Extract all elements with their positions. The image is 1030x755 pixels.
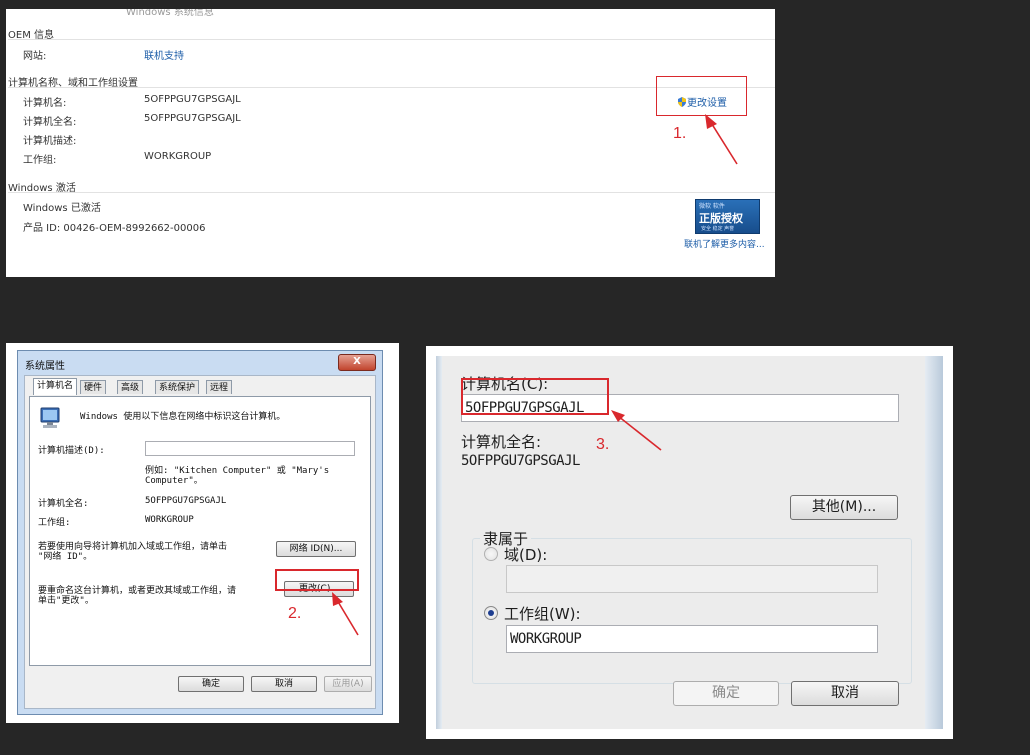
computer-name-tabpage: Windows 使用以下信息在网络中标识这台计算机。 计算机描述(D): 例如:… xyxy=(29,396,371,666)
tab-remote[interactable]: 远程 xyxy=(206,380,233,394)
domain-radio[interactable] xyxy=(484,547,498,561)
full-name-label: 计算机全名: xyxy=(38,499,89,509)
computer-name-value: 5OFPPGU7GPSGAJL xyxy=(144,94,241,105)
product-id: 产品 ID: 00426-OEM-8992662-00006 xyxy=(23,223,206,234)
computer-icon xyxy=(40,407,60,428)
close-button[interactable]: X xyxy=(338,354,376,371)
tab-system-protection[interactable]: 系统保护 xyxy=(155,380,200,394)
change-settings-link[interactable]: 更改设置 xyxy=(677,94,727,109)
divider xyxy=(8,192,775,193)
more-info-link[interactable]: 联机了解更多内容... xyxy=(684,237,765,250)
workgroup-label: 工作组: xyxy=(38,518,71,528)
apply-button[interactable]: 应用(A) xyxy=(324,676,372,692)
description-label: 计算机描述: xyxy=(23,136,77,147)
workgroup-value: WORKGROUP xyxy=(144,151,212,162)
dialog-body: 计算机名 硬件 高级 系统保护 远程 Windows 使用以下信息在网络中标识这… xyxy=(24,375,376,709)
system-info-panel: Windows 系统信息 OEM 信息 网站: 联机支持 计算机名称、域和工作组… xyxy=(6,9,775,277)
network-id-text-line2: "网络 ID"。 xyxy=(38,552,93,562)
system-properties-dialog: 系统属性 X 计算机名 硬件 高级 系统保护 远程 Windows 使用以下信息… xyxy=(17,350,383,715)
uac-shield-icon xyxy=(678,97,686,107)
ok-button[interactable]: 确定 xyxy=(673,681,779,706)
description-label: 计算机描述(D): xyxy=(38,446,105,456)
top-cut-text: Windows 系统信息 xyxy=(126,9,214,18)
change-settings-text: 更改设置 xyxy=(687,98,727,109)
workgroup-label: 工作组(W): xyxy=(504,605,581,623)
system-properties-panel: 系统属性 X 计算机名 硬件 高级 系统保护 远程 Windows 使用以下信息… xyxy=(6,343,399,723)
computer-name-label: 计算机名: xyxy=(23,98,67,109)
intro-text: Windows 使用以下信息在网络中标识这台计算机。 xyxy=(80,412,286,422)
example-text-line2: Computer"。 xyxy=(145,476,203,486)
window-frame-left xyxy=(436,356,442,729)
tab-computer-name[interactable]: 计算机名 xyxy=(33,378,78,395)
ok-button[interactable]: 确定 xyxy=(178,676,244,692)
website-label: 网站: xyxy=(23,51,47,62)
tab-hardware[interactable]: 硬件 xyxy=(80,380,107,394)
description-input[interactable] xyxy=(145,441,355,456)
cancel-button[interactable]: 取消 xyxy=(791,681,899,706)
divider xyxy=(8,39,775,40)
genuine-badge: 微软 软件 正版授权 安全 稳定 声誉 xyxy=(695,199,760,234)
workgroup-input[interactable]: WORKGROUP xyxy=(506,625,878,653)
workgroup-value: WORKGROUP xyxy=(145,515,194,525)
full-name-label: 计算机全名: xyxy=(23,117,77,128)
computer-name-change-panel: 计算机名(C): 5OFPPGU7GPSGAJL 计算机全名: 5OFPPGU7… xyxy=(426,346,953,739)
activation-status: Windows 已激活 xyxy=(23,203,101,214)
workgroup-input-value: WORKGROUP xyxy=(510,631,582,647)
cancel-button[interactable]: 取消 xyxy=(251,676,317,692)
workgroup-label: 工作组: xyxy=(23,155,57,166)
annotation-box-computer-name xyxy=(461,378,609,415)
domain-label: 域(D): xyxy=(504,546,548,564)
online-support-link[interactable]: 联机支持 xyxy=(144,47,184,62)
full-name-label: 计算机全名: xyxy=(461,433,542,451)
full-name-value: 5OFPPGU7GPSGAJL xyxy=(144,113,241,124)
domain-input[interactable] xyxy=(506,565,878,593)
step-1-label: 1. xyxy=(673,125,687,142)
full-name-value: 5OFPPGU7GPSGAJL xyxy=(145,496,227,506)
network-id-button[interactable]: 网络 ID(N)... xyxy=(276,541,356,557)
dialog-title: 系统属性 xyxy=(25,361,65,372)
step-2-label: 2. xyxy=(288,605,302,622)
step-3-label: 3. xyxy=(596,436,610,453)
genuine-badge-main: 正版授权 xyxy=(699,212,743,225)
genuine-badge-top: 微软 软件 xyxy=(699,203,725,210)
full-name-value: 5OFPPGU7GPSGAJL xyxy=(461,453,580,469)
annotation-box-change-button xyxy=(275,569,359,591)
genuine-badge-bottom: 安全 稳定 声誉 xyxy=(701,226,735,232)
more-button[interactable]: 其他(M)... xyxy=(790,495,898,520)
rename-text-line2: 单击"更改"。 xyxy=(38,596,94,606)
window-frame-right xyxy=(925,356,943,729)
workgroup-radio[interactable] xyxy=(484,606,498,620)
tab-advanced[interactable]: 高级 xyxy=(117,380,144,394)
